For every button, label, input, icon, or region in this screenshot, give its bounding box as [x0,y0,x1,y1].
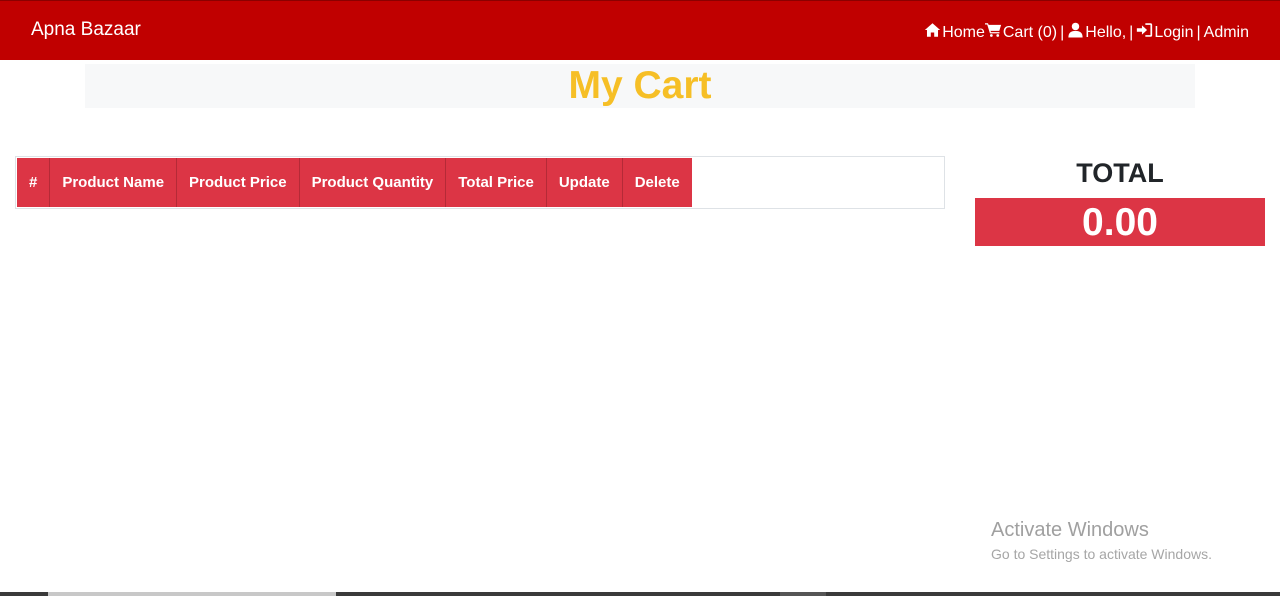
horizontal-scrollbar-thumb[interactable] [48,592,336,596]
cart-icon [984,22,1003,43]
watermark-title: Activate Windows [991,519,1149,541]
column-header-update: Update [546,158,623,207]
home-label: Home [942,23,985,41]
total-value: 0.00 [975,198,1265,246]
cart-table-container: # Product Name Product Price Product Qua… [15,156,945,209]
user-greeting-link[interactable]: Hello, [1067,22,1126,43]
navbar: Apna Bazaar Home Cart (0) | Hello, | Log… [0,0,1280,60]
home-icon [924,22,942,43]
column-header-delete: Delete [622,158,692,207]
home-link[interactable]: Home [924,22,985,43]
activate-windows-watermark: Activate Windows Go to Settings to activ… [991,519,1212,562]
column-header-product-price: Product Price [176,158,300,207]
hello-label: Hello, [1085,23,1127,41]
taskbar-edge [0,592,1280,596]
login-link[interactable]: Login [1136,22,1193,43]
admin-link[interactable]: Admin [1204,24,1249,42]
nav-links: Home Cart (0) | Hello, | Login | Admin [924,22,1249,43]
table-header-row: # Product Name Product Price Product Qua… [17,158,692,207]
column-header-index: # [17,158,51,207]
sign-in-icon [1136,22,1154,43]
column-header-product-quantity: Product Quantity [299,158,447,207]
nav-separator: | [1060,23,1065,41]
taskbar-segment [780,592,826,596]
brand-link[interactable]: Apna Bazaar [31,19,141,41]
cart-table: # Product Name Product Price Product Qua… [17,158,692,207]
login-label: Login [1154,23,1194,41]
watermark-subtitle: Go to Settings to activate Windows. [991,546,1212,562]
user-icon [1067,22,1085,43]
cart-label: Cart (0) [1002,23,1058,41]
column-header-total-price: Total Price [445,158,547,207]
column-header-product-name: Product Name [49,158,178,207]
total-label: TOTAL [1076,158,1164,188]
cart-link[interactable]: Cart (0) [984,22,1058,43]
nav-separator: | [1196,23,1201,41]
page-title: My Cart [568,64,712,107]
nav-separator: | [1129,23,1134,41]
page-title-bar: My Cart [85,64,1195,108]
